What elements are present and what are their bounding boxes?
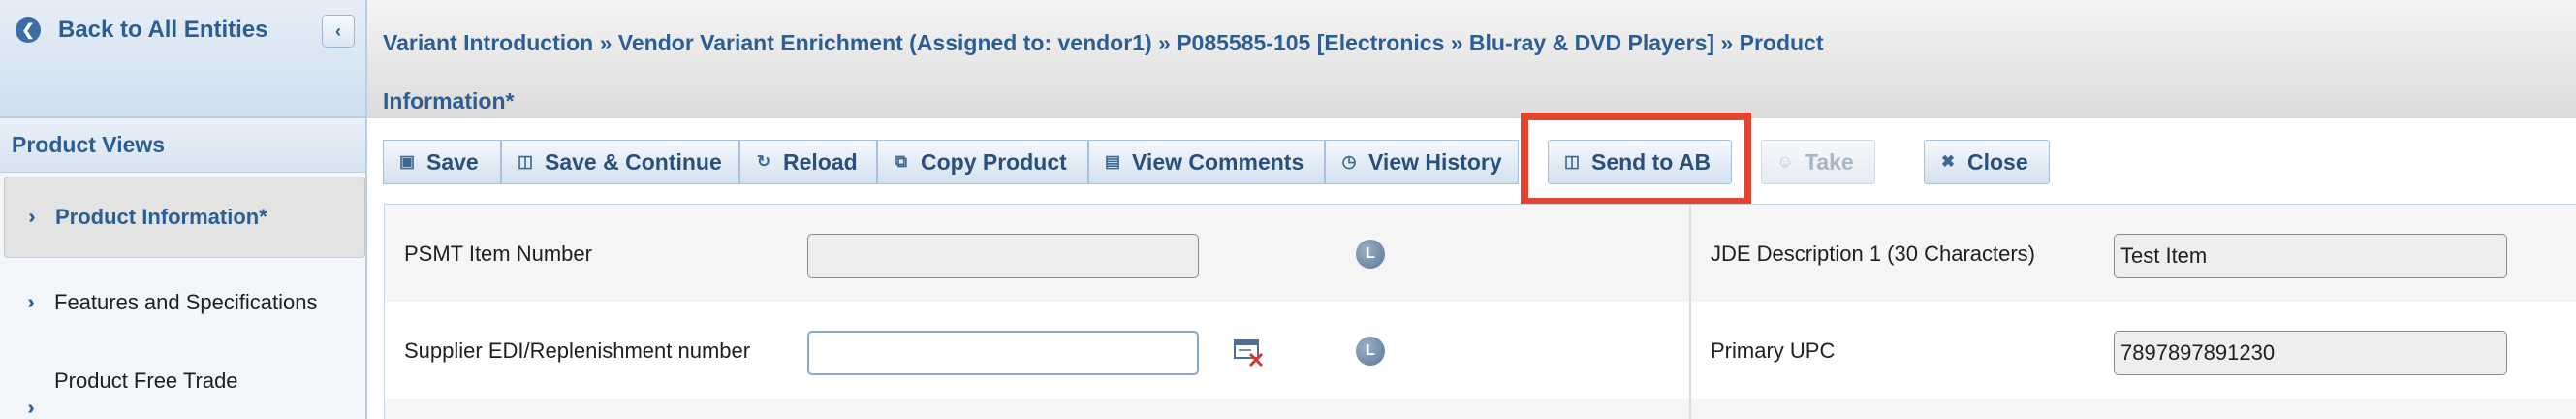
primary-upc-label: Primary UPC — [1711, 338, 1836, 363]
view-comments-button[interactable]: ▤ View Comments — [1088, 140, 1325, 184]
lock-badge-icon: L — [1356, 337, 1385, 366]
sidebar: ❮ Back to All Entities ‹ Product Views ›… — [0, 0, 367, 419]
save-continue-label: Save & Continue — [545, 148, 722, 175]
copy-icon: ⧉ — [895, 152, 908, 171]
breadcrumb: Variant Introduction » Vendor Variant En… — [383, 30, 1824, 113]
sidebar-item-features-specifications[interactable]: ›› Features and Specifications — [4, 281, 365, 324]
collapse-chevron-icon: ‹ — [335, 20, 341, 41]
psmt-item-number-field — [807, 234, 1199, 278]
copy-product-label: Copy Product — [921, 148, 1067, 175]
save-button[interactable]: ▣ Save — [383, 140, 501, 184]
form-row — [385, 399, 2576, 419]
jde-description-field — [2114, 234, 2507, 278]
toolbar: ▣ Save ◫ Save & Continue ↻ Reload ⧉ Copy… — [367, 118, 2576, 204]
double-chevron-icon: ›› — [28, 206, 35, 228]
reload-icon: ↻ — [756, 152, 771, 171]
back-arrow-icon: ❮ — [16, 17, 41, 43]
user-icon: ☺ — [1776, 152, 1794, 171]
reload-button[interactable]: ↻ Reload — [739, 140, 877, 184]
view-history-button[interactable]: ◷ View History — [1325, 140, 1519, 184]
back-link-label: Back to All Entities — [58, 16, 268, 43]
column-divider — [1689, 205, 1691, 419]
view-history-label: View History — [1368, 148, 1502, 175]
primary-upc-field — [2114, 331, 2507, 375]
x-icon: ✖ — [1940, 152, 1956, 171]
collapse-sidebar-button[interactable]: ‹ — [322, 15, 355, 48]
sidebar-item-label: Features and Specifications — [54, 290, 318, 314]
floppy-icon: ▣ — [398, 152, 416, 171]
edit-clear-icon[interactable] — [1234, 338, 1265, 368]
close-label: Close — [1967, 148, 2028, 175]
supplier-edi-input[interactable] — [807, 331, 1199, 375]
back-to-all-entities-link[interactable]: ❮ Back to All Entities — [16, 14, 268, 47]
send-to-ab-label: Send to AB — [1591, 148, 1712, 175]
psmt-item-number-label: PSMT Item Number — [404, 242, 592, 266]
sidebar-item-label: Product Information* — [55, 205, 267, 229]
save-continue-button[interactable]: ◫ Save & Continue — [501, 140, 739, 184]
double-chevron-icon: ›› — [27, 291, 34, 313]
sidebar-top: ❮ Back to All Entities ‹ — [0, 0, 365, 118]
close-button[interactable]: ✖ Close — [1924, 140, 2050, 184]
copy-product-button[interactable]: ⧉ Copy Product — [877, 140, 1088, 184]
lock-badge-icon: L — [1356, 240, 1385, 269]
double-chevron-icon: ›› — [27, 397, 34, 419]
main-header: Variant Introduction » Vendor Variant En… — [367, 0, 2576, 118]
take-label: Take — [1805, 148, 1854, 175]
sidebar-item-product-information[interactable]: ›› Product Information* — [4, 177, 365, 258]
jde-description-label: JDE Description 1 (30 Characters) — [1711, 242, 2036, 266]
product-information-form: PSMT Item Number L JDE Description 1 (30… — [384, 204, 2576, 419]
product-views-header: Product Views — [0, 118, 365, 173]
book-icon: ◫ — [1563, 152, 1581, 171]
book-icon: ◫ — [517, 152, 534, 171]
reload-label: Reload — [783, 148, 858, 175]
send-to-ab-button[interactable]: ◫ Send to AB — [1548, 140, 1732, 184]
save-button-label: Save — [426, 148, 479, 175]
sidebar-item-product-free-trade[interactable]: ›› Product Free Trade — [4, 369, 365, 419]
supplier-edi-label: Supplier EDI/Replenishment number — [404, 338, 751, 363]
take-button[interactable]: ☺ Take — [1761, 140, 1875, 184]
view-comments-label: View Comments — [1132, 148, 1304, 175]
clock-icon: ◷ — [1341, 152, 1357, 171]
sidebar-item-label: Product Free Trade — [54, 369, 238, 393]
comment-icon: ▤ — [1104, 152, 1121, 171]
